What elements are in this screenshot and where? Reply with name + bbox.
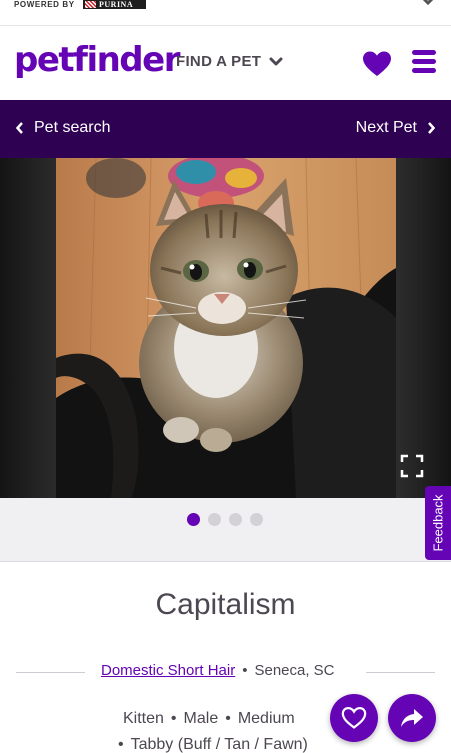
chevron-left-icon [16, 122, 23, 134]
divider-left [16, 672, 85, 673]
carousel-indicator-area [0, 498, 451, 562]
pet-size: Medium [237, 710, 295, 727]
bullet-separator: • [170, 710, 177, 727]
site-header: petfinder FIND A PET [0, 26, 451, 100]
pet-age: Kitten [123, 710, 164, 727]
pet-coat: Tabby (Buff / Tan / Fawn) [130, 736, 308, 753]
carousel-dot-4[interactable] [250, 513, 263, 526]
hamburger-menu-icon[interactable] [412, 50, 438, 76]
pet-search-back-link[interactable]: Pet search [16, 119, 110, 137]
pet-name: Capitalism [155, 588, 296, 621]
powered-by-banner: POWERED BY PURINA [0, 0, 451, 26]
purina-checkerboard-icon [85, 1, 96, 8]
heart-icon[interactable] [362, 50, 392, 78]
carousel-dot-3[interactable] [229, 513, 242, 526]
previous-photo-peek[interactable] [0, 158, 56, 498]
powered-by-text: POWERED BY [14, 0, 75, 9]
find-a-pet-label: FIND A PET [176, 53, 262, 70]
next-photo-peek[interactable] [396, 158, 451, 498]
share-arrow-icon [401, 709, 423, 727]
favorite-button[interactable] [330, 694, 378, 742]
pet-photo[interactable] [56, 158, 396, 498]
pet-navigation-bar: Pet search Next Pet [0, 100, 451, 158]
purina-logo[interactable]: PURINA [83, 0, 146, 9]
bullet-separator: • [225, 710, 231, 727]
carousel-dot-2[interactable] [208, 513, 221, 526]
pet-sex: Male [183, 710, 219, 727]
breed-location: Domestic Short Hair • Seneca, SC [101, 662, 335, 679]
breed-link[interactable]: Domestic Short Hair [101, 662, 235, 679]
fullscreen-icon[interactable] [400, 454, 424, 478]
heart-outline-icon [341, 707, 367, 729]
photo-carousel[interactable] [0, 158, 451, 498]
pet-attributes: Kitten • Male • Medium [123, 710, 295, 728]
carousel-dots [187, 513, 263, 526]
find-a-pet-menu[interactable]: FIND A PET [176, 53, 283, 70]
next-pet-link[interactable]: Next Pet [356, 119, 435, 137]
chevron-down-icon[interactable] [419, 0, 437, 6]
pet-search-label: Pet search [34, 119, 111, 136]
next-pet-label: Next Pet [355, 119, 417, 136]
feedback-tab[interactable]: Feedback [425, 486, 451, 560]
pet-coat-line: • Tabby (Buff / Tan / Fawn) [118, 736, 308, 753]
bullet-separator: • [242, 662, 248, 679]
feedback-label: Feedback [430, 494, 446, 552]
breed-location-row: Domestic Short Hair • Seneca, SC [0, 662, 451, 682]
chevron-right-icon [428, 122, 435, 134]
share-button[interactable] [388, 694, 436, 742]
carousel-dot-1[interactable] [187, 513, 200, 526]
bullet-separator: • [118, 736, 124, 753]
petfinder-logo[interactable]: petfinder [14, 40, 180, 80]
chevron-down-icon [269, 57, 283, 65]
pet-location: Seneca, SC [254, 662, 335, 679]
divider-right [366, 672, 435, 673]
purina-brand-text: PURINA [99, 0, 134, 9]
